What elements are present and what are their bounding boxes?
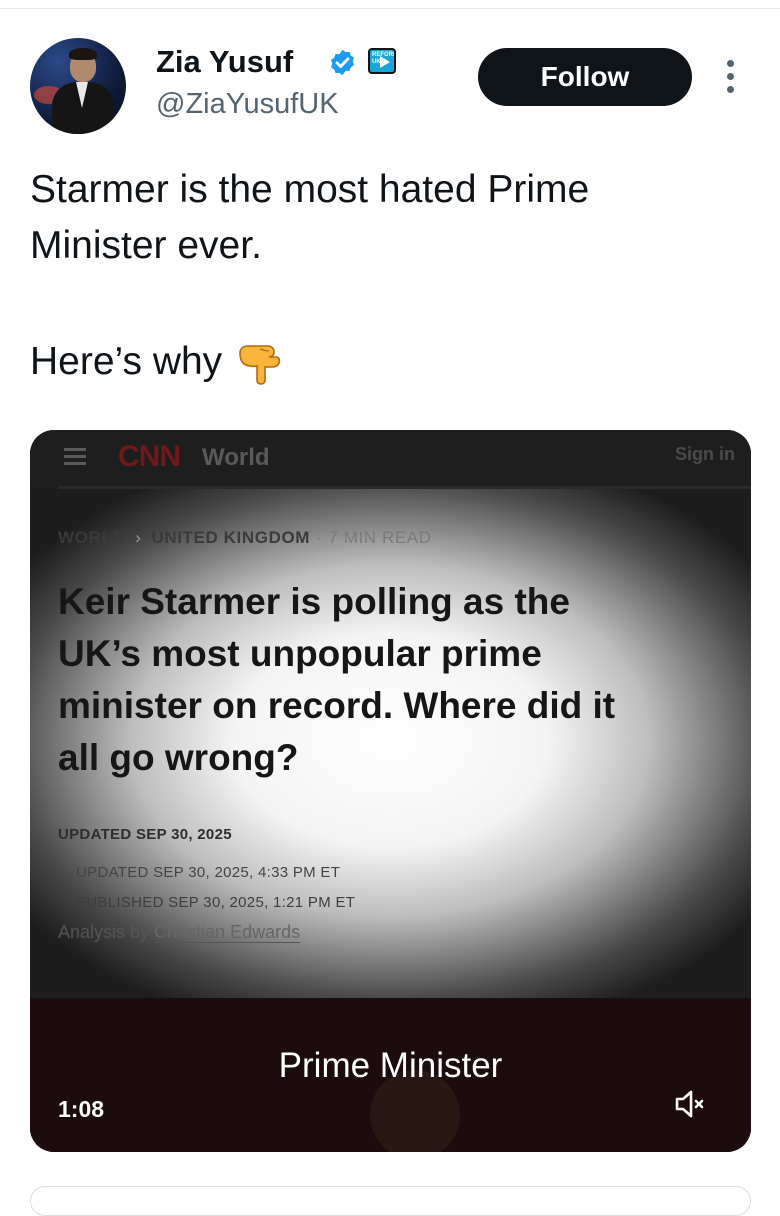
headline-line: minister on record. Where did it <box>58 685 616 726</box>
updated-detail: UPDATED SEP 30, 2025, 4:33 PM ET <box>76 864 341 881</box>
byline-author: Christian Edwards <box>154 922 301 943</box>
article-headline: Keir Starmer is polling as the UK’s most… <box>58 576 738 784</box>
updated-date: UPDATED SEP 30, 2025 <box>58 826 232 843</box>
breadcrumb-item: WORLD <box>58 528 126 547</box>
tweet-text-line: Minister ever. <box>30 224 262 267</box>
published-detail: PUBLISHED SEP 30, 2025, 1:21 PM ET <box>76 894 356 911</box>
cnn-logo: CNN <box>118 440 181 473</box>
headline-line: UK’s most unpopular prime <box>58 633 542 674</box>
cnn-header: CNN World Sign in <box>30 430 751 486</box>
avatar[interactable] <box>30 38 126 134</box>
author-handle[interactable]: @ZiaYusufUK <box>156 84 339 124</box>
tweet-why-text: Here’s why <box>30 340 223 383</box>
sign-in-label: Sign in <box>675 444 735 464</box>
section-label: World <box>202 444 270 471</box>
headline-line: Keir Starmer is polling as the <box>58 581 570 622</box>
follow-button[interactable]: Follow <box>478 48 692 106</box>
breadcrumb-item: UNITED KINGDOM <box>151 528 311 547</box>
top-divider <box>0 8 780 9</box>
breadcrumb: WORLD › UNITED KINGDOM · 7 MIN READ <box>58 528 432 548</box>
tweet-second-line: Here’s why <box>30 334 284 390</box>
next-card <box>30 1186 751 1216</box>
read-time-dot: · <box>316 528 323 547</box>
byline: Analysis by Christian Edwards <box>58 922 301 943</box>
tweet-text-line: Starmer is the most hated Prime <box>30 168 590 211</box>
tweet-text: Starmer is the most hated Prime Minister… <box>30 162 750 274</box>
menu-icon <box>64 448 86 466</box>
pointing-down-hand-icon <box>239 345 281 385</box>
verified-badge-icon[interactable] <box>328 48 357 77</box>
video-caption: Prime Minister <box>278 1046 503 1085</box>
video-duration: 1:08 <box>58 1096 105 1122</box>
affiliate-badge-icon[interactable]: REFORM UK <box>368 48 396 74</box>
video-player[interactable]: CNN World Sign in WORLD › UNITED KINGDOM… <box>30 430 751 1152</box>
author-name[interactable]: Zia Yusuf <box>156 42 293 82</box>
more-options-icon[interactable] <box>720 60 740 96</box>
headline-line: all go wrong? <box>58 737 299 778</box>
muted-speaker-icon[interactable] <box>672 1086 708 1122</box>
read-time: 7 MIN READ <box>328 528 432 547</box>
chevron-right-icon: › <box>135 528 142 547</box>
byline-prefix: Analysis by <box>58 922 150 942</box>
